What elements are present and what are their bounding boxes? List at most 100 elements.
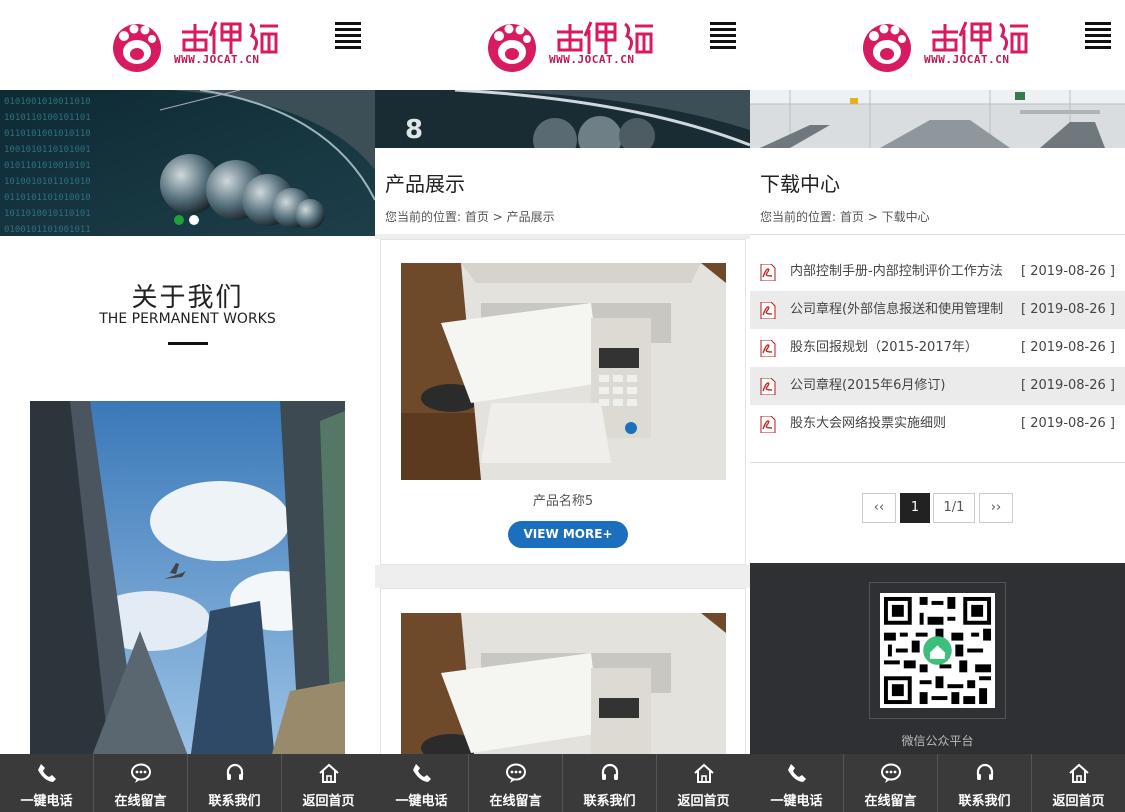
pdf-file-icon [760, 340, 776, 357]
download-item[interactable]: 公司章程(2015年6月修订) [ 2019-08-26 ] [750, 367, 1125, 405]
pdf-file-icon [760, 302, 776, 319]
bottom-nav: 一键电话 在线留言 联系我们 返回首页 [0, 754, 375, 812]
breadcrumb-prefix: 您当前的位置: [385, 210, 462, 224]
download-list: 内部控制手册-内部控制评价工作方法 [ 2019-08-26 ] 公司章程(外部… [750, 253, 1125, 443]
nav-message-label: 在线留言 [489, 794, 542, 809]
download-item[interactable]: 股东大会网络投票实施细则 [ 2019-08-26 ] [750, 405, 1125, 443]
qr-code-frame [869, 582, 1006, 719]
nav-home-label: 返回首页 [1052, 794, 1105, 809]
download-date: [ 2019-08-26 ] [1021, 416, 1115, 431]
nav-contact-label: 联系我们 [958, 794, 1011, 809]
nav-call[interactable]: 一键电话 [750, 754, 844, 812]
products-screen: WWW.JOCAT.CN 8 产品展示 您当前的位置: 首页 > 产品展示 产品… [375, 0, 750, 812]
nav-home[interactable]: 返回首页 [657, 754, 750, 812]
home-icon [693, 763, 714, 783]
logo-url-text: WWW.JOCAT.CN [549, 53, 635, 66]
svg-text:8: 8 [405, 115, 423, 145]
headset-icon [976, 763, 993, 780]
qr-code [880, 593, 995, 708]
pdf-file-icon [760, 416, 776, 433]
bottom-nav: 一键电话 在线留言 联系我们 返回首页 [375, 754, 750, 812]
chat-bubble-icon [505, 763, 526, 783]
download-item[interactable]: 股东回报规划（2015-2017年） [ 2019-08-26 ] [750, 329, 1125, 367]
hamburger-menu-icon[interactable] [1085, 22, 1111, 49]
svg-text:0110101101010010: 0110101101010010 [4, 193, 91, 203]
nav-message[interactable]: 在线留言 [844, 754, 938, 812]
headset-icon [601, 763, 618, 780]
breadcrumb-current: 产品展示 [506, 210, 555, 224]
about-subtitle: THE PERMANENT WORKS [99, 311, 276, 327]
hamburger-menu-icon[interactable] [710, 22, 736, 49]
breadcrumb-home-link[interactable]: 首页 [840, 210, 864, 224]
breadcrumb: 您当前的位置: 首页 > 产品展示 [385, 208, 555, 225]
about-image [30, 401, 345, 761]
site-logo[interactable]: WWW.JOCAT.CN [860, 14, 1035, 76]
page-banner [750, 90, 1125, 148]
chat-bubble-icon [880, 763, 901, 783]
section-divider [750, 234, 1125, 235]
card-gap [375, 565, 750, 588]
download-date: [ 2019-08-26 ] [1021, 264, 1115, 279]
nav-message[interactable]: 在线留言 [469, 754, 563, 812]
home-icon [1068, 763, 1089, 783]
breadcrumb-current: 下载中心 [881, 210, 930, 224]
nav-home-label: 返回首页 [677, 794, 730, 809]
product-name[interactable]: 产品名称5 [381, 490, 745, 509]
svg-text:0100101101001011: 0100101101001011 [4, 225, 91, 235]
nav-call[interactable]: 一键电话 [375, 754, 469, 812]
product-image[interactable] [401, 263, 726, 480]
phone-icon [787, 764, 806, 782]
view-more-button[interactable]: VIEW MORE+ [508, 521, 628, 548]
nav-home[interactable]: 返回首页 [282, 754, 375, 812]
nav-home-label: 返回首页 [302, 794, 355, 809]
page-title: 产品展示 [385, 172, 465, 196]
carousel-dot-1[interactable] [174, 215, 184, 225]
bottom-nav: 一键电话 在线留言 联系我们 返回首页 [750, 754, 1125, 812]
site-logo[interactable]: WWW.JOCAT.CN [485, 14, 660, 76]
svg-text:1011010010110101: 1011010010110101 [4, 209, 91, 219]
svg-text:1010010101101010: 1010010101101010 [4, 177, 91, 187]
nav-contact[interactable]: 联系我们 [188, 754, 282, 812]
site-header: WWW.JOCAT.CN [750, 0, 1125, 90]
nav-call-label: 一键电话 [395, 794, 448, 809]
carousel-dot-2[interactable] [189, 215, 199, 225]
nav-contact[interactable]: 联系我们 [938, 754, 1032, 812]
download-item[interactable]: 内部控制手册-内部控制评价工作方法 [ 2019-08-26 ] [750, 253, 1125, 291]
svg-text:1010110100101101: 1010110100101101 [4, 113, 91, 123]
nav-contact[interactable]: 联系我们 [563, 754, 657, 812]
svg-text:1001010110101001: 1001010110101001 [4, 145, 91, 155]
about-title: 关于我们 [131, 283, 244, 313]
nav-call-label: 一键电话 [770, 794, 823, 809]
site-header: WWW.JOCAT.CN [0, 0, 375, 90]
breadcrumb-separator: > [867, 210, 878, 224]
breadcrumb-home-link[interactable]: 首页 [465, 210, 489, 224]
nav-message-label: 在线留言 [864, 794, 917, 809]
phone-icon [37, 764, 56, 782]
hero-banner: 0101001010011010 1010110100101101 0110101… [0, 90, 375, 236]
next-page-button[interactable]: ›› [979, 493, 1013, 523]
svg-text:0110101001010110: 0110101001010110 [4, 129, 91, 139]
logo-url-text: WWW.JOCAT.CN [924, 53, 1010, 66]
chat-bubble-icon [130, 763, 151, 783]
product-card[interactable]: 产品名称5 VIEW MORE+ [380, 239, 746, 565]
logo-url-text: WWW.JOCAT.CN [174, 53, 260, 66]
page-1-button[interactable]: 1 [900, 493, 930, 523]
download-name[interactable]: 公司章程(外部信息报送和使用管理制 [790, 291, 1020, 329]
downloads-screen: WWW.JOCAT.CN 下载中心 您当前的位置: 首页 > 下载中心 内部控制… [750, 0, 1125, 812]
nav-call[interactable]: 一键电话 [0, 754, 94, 812]
download-name[interactable]: 公司章程(2015年6月修订) [790, 367, 1020, 405]
download-item[interactable]: 公司章程(外部信息报送和使用管理制 [ 2019-08-26 ] [750, 291, 1125, 329]
site-logo[interactable]: WWW.JOCAT.CN [110, 14, 285, 76]
prev-page-button[interactable]: ‹‹ [862, 493, 896, 523]
download-name[interactable]: 内部控制手册-内部控制评价工作方法 [790, 253, 1020, 291]
svg-text:0101001010011010: 0101001010011010 [4, 97, 91, 107]
nav-home[interactable]: 返回首页 [1032, 754, 1125, 812]
home-icon [318, 763, 339, 783]
download-name[interactable]: 股东回报规划（2015-2017年） [790, 329, 1020, 367]
download-name[interactable]: 股东大会网络投票实施细则 [790, 405, 1020, 443]
nav-message[interactable]: 在线留言 [94, 754, 188, 812]
phone-icon [412, 764, 431, 782]
hamburger-menu-icon[interactable] [335, 22, 361, 49]
pdf-file-icon [760, 378, 776, 395]
download-date: [ 2019-08-26 ] [1021, 378, 1115, 393]
